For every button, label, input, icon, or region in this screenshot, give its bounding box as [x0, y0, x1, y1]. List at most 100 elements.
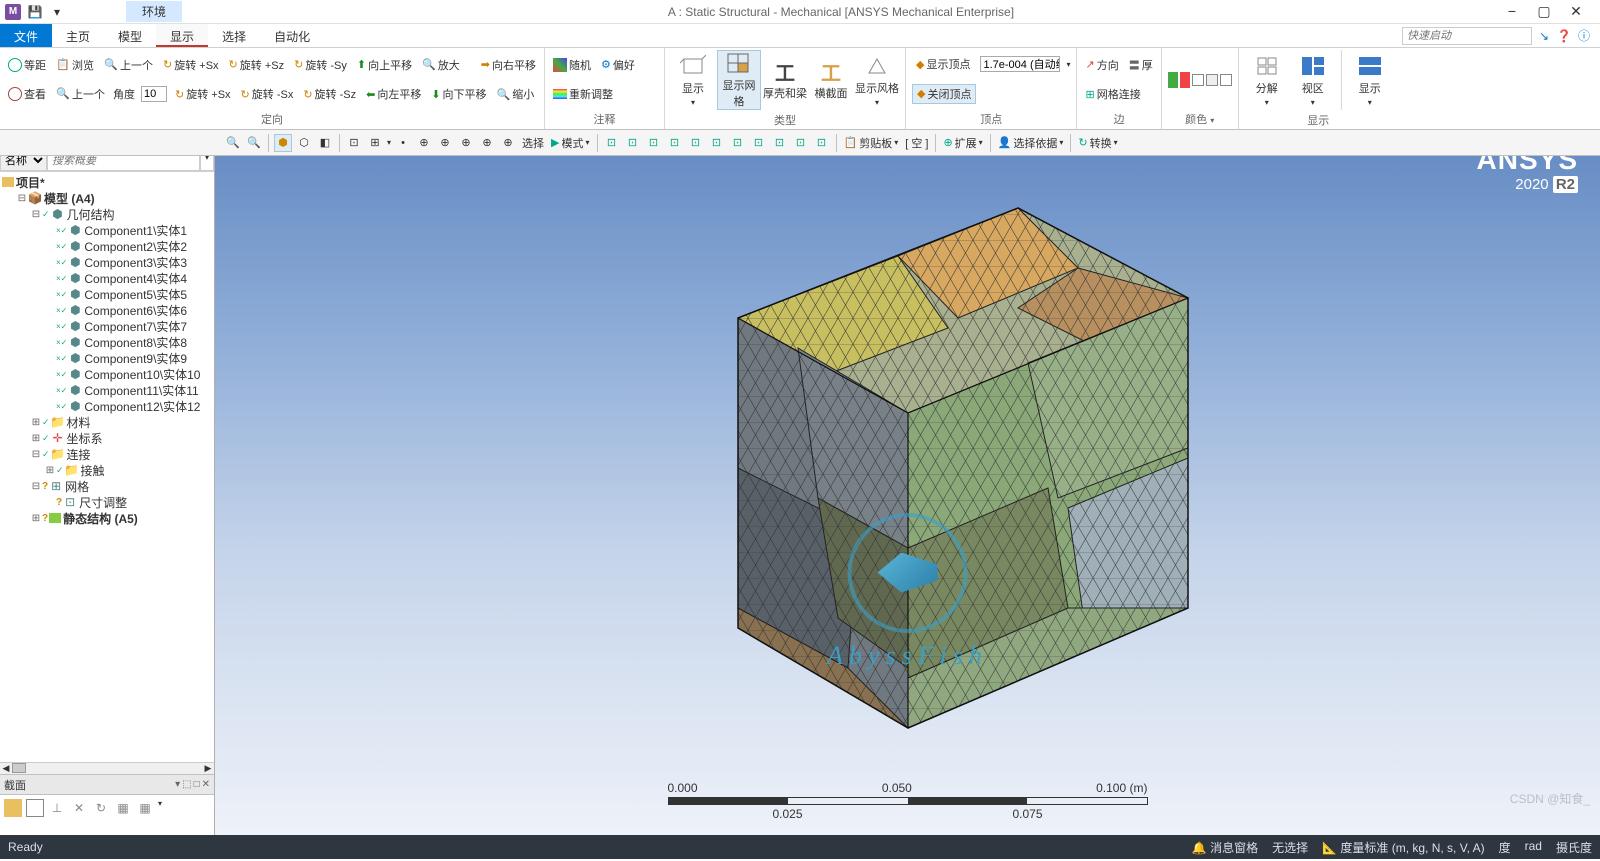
tb-icon[interactable]: ⊡: [750, 134, 768, 152]
tb-icon[interactable]: ⊡: [624, 134, 642, 152]
tree-component[interactable]: Component3\实体3: [84, 254, 187, 271]
expand-icon[interactable]: ⊞: [44, 465, 56, 476]
xsec-button[interactable]: 工横截面: [809, 59, 853, 101]
tb-icon[interactable]: ⊡: [603, 134, 621, 152]
tree-conn[interactable]: 连接: [67, 446, 91, 463]
thick-button[interactable]: 工厚壳和梁: [763, 59, 807, 101]
tree-component[interactable]: Component12\实体12: [84, 398, 200, 415]
pan-down-button[interactable]: ⬇向下平移: [429, 85, 488, 103]
tb-icon[interactable]: ⊡: [687, 134, 705, 152]
rot-pz-button[interactable]: ↻旋转 +Sz: [227, 56, 287, 74]
panel-dropdown-icon[interactable]: ▾: [175, 779, 180, 790]
tab-select[interactable]: 选择: [208, 24, 260, 47]
vertex-value-input[interactable]: [980, 56, 1060, 72]
outline-tree[interactable]: 项目* ⊟📦模型 (A4) ⊟✓⬢几何结构 ×✓⬢Component1\实体1×…: [0, 172, 214, 762]
dir-button[interactable]: ↗方向: [1083, 56, 1120, 74]
color-swatch-icon[interactable]: [1206, 74, 1218, 86]
next-button[interactable]: 🔍上一个: [54, 85, 107, 103]
pref-button[interactable]: ⚙偏好: [599, 56, 637, 74]
dropdown-icon[interactable]: ▾: [387, 138, 391, 147]
info-icon[interactable]: ⓘ: [1576, 28, 1592, 44]
tree-component[interactable]: Component7\实体7: [84, 318, 187, 335]
pan-right-button[interactable]: ➡向右平移: [479, 56, 538, 74]
section-tool-icon[interactable]: ▦: [114, 799, 132, 817]
select-label[interactable]: 选择: [520, 135, 546, 151]
tree-material[interactable]: 材料: [67, 414, 91, 431]
conn-button[interactable]: ⊞网格连接: [1083, 85, 1142, 103]
thick-edge-button[interactable]: 〓厚: [1127, 56, 1155, 74]
tree-component[interactable]: Component5\实体5: [84, 286, 187, 303]
rot-px-button[interactable]: ↻旋转 +Sx: [161, 56, 221, 74]
section-tool-icon[interactable]: ⊥: [48, 799, 66, 817]
iso-button[interactable]: 等距: [6, 56, 48, 74]
panel-opt-icon[interactable]: □: [194, 779, 200, 790]
show-mesh-button[interactable]: 显示网格: [717, 50, 761, 110]
rot-my-button[interactable]: ↻旋转 -Sy: [292, 56, 349, 74]
arrow-icon[interactable]: ↘: [1536, 28, 1552, 44]
tab-model[interactable]: 模型: [104, 24, 156, 47]
display-options-button[interactable]: 显示▾: [1348, 54, 1392, 107]
rescale-button[interactable]: 重新调整: [551, 85, 615, 103]
tree-coord[interactable]: 坐标系: [67, 430, 103, 447]
show-vertex-button[interactable]: ◆显示顶点: [912, 55, 974, 73]
tb-icon[interactable]: ⊡: [792, 134, 810, 152]
convert-label[interactable]: ↻转换 ▾: [1076, 135, 1119, 151]
context-tab[interactable]: 环境: [126, 1, 182, 22]
qat-dropdown-icon[interactable]: ▾: [48, 3, 66, 21]
color-swatch-icon[interactable]: [1192, 74, 1204, 86]
tab-home[interactable]: 主页: [52, 24, 104, 47]
status-units[interactable]: 📐 度量标准 (m, kg, N, s, V, A): [1322, 839, 1485, 856]
tree-model[interactable]: 模型 (A4): [44, 190, 95, 207]
section-tool-icon[interactable]: ▦: [136, 799, 154, 817]
tree-component[interactable]: Component1\实体1: [84, 222, 187, 239]
expand-icon[interactable]: ⊞: [30, 513, 42, 524]
cube-icon[interactable]: ⬢: [274, 134, 292, 152]
color-swatch-icon[interactable]: [1180, 72, 1190, 88]
rot-msz-button[interactable]: ↻旋转 -Sz: [301, 85, 358, 103]
section-tool-icon[interactable]: ↻: [92, 799, 110, 817]
browse-button[interactable]: 📋浏览: [54, 56, 96, 74]
expand-icon[interactable]: ⊟: [30, 481, 42, 492]
close-vertex-button[interactable]: ◆关闭顶点: [912, 84, 976, 104]
look-button[interactable]: 查看: [6, 85, 48, 103]
point-icon[interactable]: •: [394, 134, 412, 152]
select-mode-icon[interactable]: ⊡: [345, 134, 363, 152]
mode-label[interactable]: ▶模式 ▾: [549, 135, 591, 151]
tree-component[interactable]: Component9\实体9: [84, 350, 187, 367]
maximize-icon[interactable]: ▢: [1532, 3, 1556, 20]
section-tool-icon[interactable]: [4, 799, 22, 817]
face-icon[interactable]: ◧: [316, 134, 334, 152]
tb-icon[interactable]: ⊡: [729, 134, 747, 152]
angle-input[interactable]: [141, 86, 167, 102]
tree-component[interactable]: Component11\实体11: [84, 382, 198, 399]
tree-mesh[interactable]: 网格: [65, 478, 89, 495]
tree-project[interactable]: 项目*: [16, 174, 45, 191]
tree-component[interactable]: Component8\实体8: [84, 334, 187, 351]
tb-icon[interactable]: ⊡: [813, 134, 831, 152]
tree-static[interactable]: 静态结构 (A5): [63, 510, 138, 527]
color-swatch-icon[interactable]: [1168, 72, 1178, 88]
tree-geom[interactable]: 几何结构: [67, 206, 115, 223]
dropdown-icon[interactable]: ▾: [158, 799, 162, 808]
tb-icon[interactable]: ⊡: [645, 134, 663, 152]
section-tool-icon[interactable]: ✕: [70, 799, 88, 817]
status-msg-icon[interactable]: 🔔 消息窗格: [1192, 839, 1258, 856]
tb-icon[interactable]: ⊡: [708, 134, 726, 152]
style-button[interactable]: 显示风格▾: [855, 54, 899, 107]
close-icon[interactable]: ✕: [1564, 3, 1588, 20]
tree-component[interactable]: Component6\实体6: [84, 302, 187, 319]
display-button[interactable]: 显示▾: [671, 54, 715, 107]
zoom-fit-icon[interactable]: 🔍: [245, 134, 263, 152]
zoom-out-button[interactable]: 🔍缩小: [495, 85, 537, 103]
color-swatch-icon[interactable]: [1220, 74, 1232, 86]
tree-sizing[interactable]: 尺寸调整: [79, 494, 127, 511]
expand-icon[interactable]: ⊟: [30, 209, 42, 220]
expand-icon[interactable]: ⊞: [30, 417, 42, 428]
minimize-icon[interactable]: −: [1500, 3, 1524, 20]
prev-button[interactable]: 🔍上一个: [102, 56, 155, 74]
tree-component[interactable]: Component2\实体2: [84, 238, 187, 255]
tab-file[interactable]: 文件: [0, 24, 52, 47]
expand-icon[interactable]: ⊟: [16, 193, 28, 204]
clipboard-label[interactable]: 📋剪贴板 ▾: [842, 135, 901, 151]
extend-label[interactable]: ⊕扩展 ▾: [941, 135, 984, 151]
